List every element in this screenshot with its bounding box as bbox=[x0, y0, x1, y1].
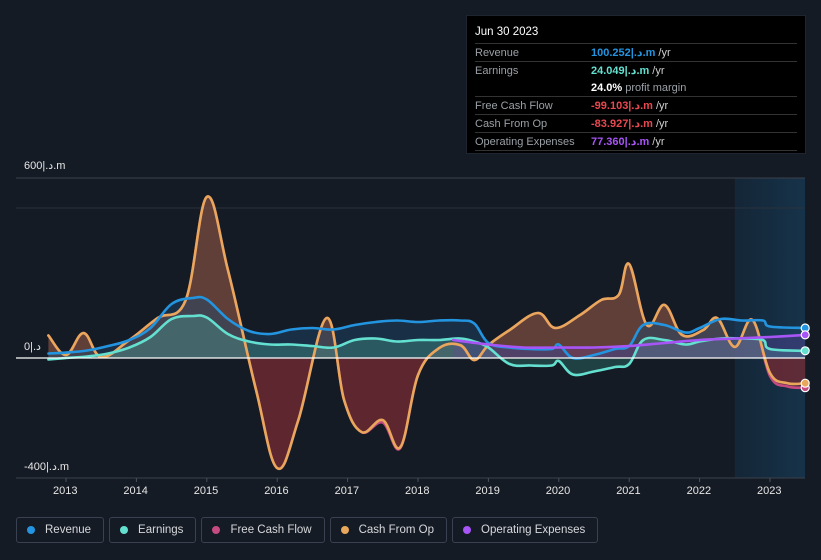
tooltip-label: Revenue bbox=[475, 46, 520, 59]
endpoint-cash-from-op bbox=[800, 378, 810, 388]
tooltip-value: 77.360|.د.m bbox=[591, 136, 650, 148]
tooltip-value: 24.0% bbox=[591, 81, 623, 94]
endpoint-earnings bbox=[800, 346, 810, 356]
x-tick-label: 2015 bbox=[193, 485, 219, 497]
tooltip-value: 24.049|.د.m bbox=[591, 65, 650, 77]
x-tick-label: 2021 bbox=[616, 485, 641, 497]
legend-item-earnings[interactable]: Earnings bbox=[109, 517, 197, 543]
tooltip-label: Cash From Op bbox=[475, 117, 548, 130]
tooltip-label: Earnings bbox=[475, 64, 519, 77]
legend-item-cash-from-op[interactable]: Cash From Op bbox=[329, 517, 448, 543]
legend-dot-icon bbox=[120, 526, 129, 534]
legend-dot-icon bbox=[340, 526, 349, 534]
legend-label: Cash From Op bbox=[358, 524, 435, 536]
legend-label: Free Cash Flow bbox=[230, 524, 312, 536]
tooltip-value: -99.103|.د.m bbox=[591, 100, 653, 112]
y-tick-label-600: 600|.د.m bbox=[24, 160, 66, 172]
tooltip-row-revenue: Revenue 100.252|.د.m /yr bbox=[475, 44, 797, 62]
x-tick-label: 2020 bbox=[545, 485, 571, 497]
legend-item-free-cash-flow[interactable]: Free Cash Flow bbox=[201, 517, 325, 543]
x-tick-label: 2019 bbox=[475, 485, 500, 497]
x-tick-label: 2022 bbox=[686, 485, 712, 497]
legend-dot-icon bbox=[212, 526, 221, 534]
endpoint-operating-expenses bbox=[800, 330, 810, 340]
tooltip-value: 100.252|.د.m bbox=[591, 47, 656, 59]
y-tick-label-neg400: -400|.د.m bbox=[24, 461, 70, 473]
tooltip-unit: /yr bbox=[655, 99, 669, 112]
tooltip-value: -83.927|.د.m bbox=[591, 118, 653, 130]
tooltip-unit: /yr bbox=[652, 135, 665, 148]
legend: Revenue Earnings Free Cash Flow Cash Fro… bbox=[16, 517, 599, 543]
legend-label: Operating Expenses bbox=[481, 524, 586, 536]
tooltip-unit: /yr bbox=[652, 64, 665, 77]
tooltip-row-earnings: Earnings 24.049|.د.m /yr bbox=[475, 62, 797, 79]
tooltip-label: Free Cash Flow bbox=[475, 99, 553, 112]
legend-label: Revenue bbox=[45, 524, 92, 536]
y-tick-label-0: 0|.د bbox=[24, 341, 41, 353]
x-tick-label: 2016 bbox=[264, 485, 289, 497]
legend-dot-icon bbox=[27, 526, 35, 534]
x-axis bbox=[65, 478, 771, 482]
tooltip-date: Jun 30 2023 bbox=[475, 24, 797, 44]
tooltip-panel: Jun 30 2023 Revenue 100.252|.د.m /yr Ear… bbox=[466, 15, 806, 154]
tooltip-row-operating-expenses: Operating Expenses 77.360|.د.m /yr bbox=[475, 133, 797, 151]
tooltip-unit: /yr bbox=[658, 46, 671, 59]
legend-dot-icon bbox=[463, 526, 472, 534]
x-tick-label: 2018 bbox=[405, 485, 430, 497]
tooltip-row-free-cash-flow: Free Cash Flow -99.103|.د.m /yr bbox=[475, 97, 797, 115]
legend-label: Earnings bbox=[138, 524, 184, 536]
x-tick-label: 2023 bbox=[757, 485, 782, 497]
x-tick-label: 2017 bbox=[334, 485, 360, 497]
x-tick-label: 2013 bbox=[53, 485, 78, 497]
tooltip-row-profit-margin: 24.0% profit margin bbox=[475, 79, 797, 97]
legend-item-revenue[interactable]: Revenue bbox=[16, 517, 105, 543]
tooltip-label: Operating Expenses bbox=[475, 135, 575, 148]
tooltip-row-cash-from-op: Cash From Op -83.927|.د.m /yr bbox=[475, 115, 797, 133]
legend-item-operating-expenses[interactable]: Operating Expenses bbox=[452, 517, 599, 543]
tooltip-unit: profit margin bbox=[625, 81, 687, 94]
x-tick-label: 2014 bbox=[123, 485, 148, 497]
tooltip-unit: /yr bbox=[655, 117, 669, 130]
